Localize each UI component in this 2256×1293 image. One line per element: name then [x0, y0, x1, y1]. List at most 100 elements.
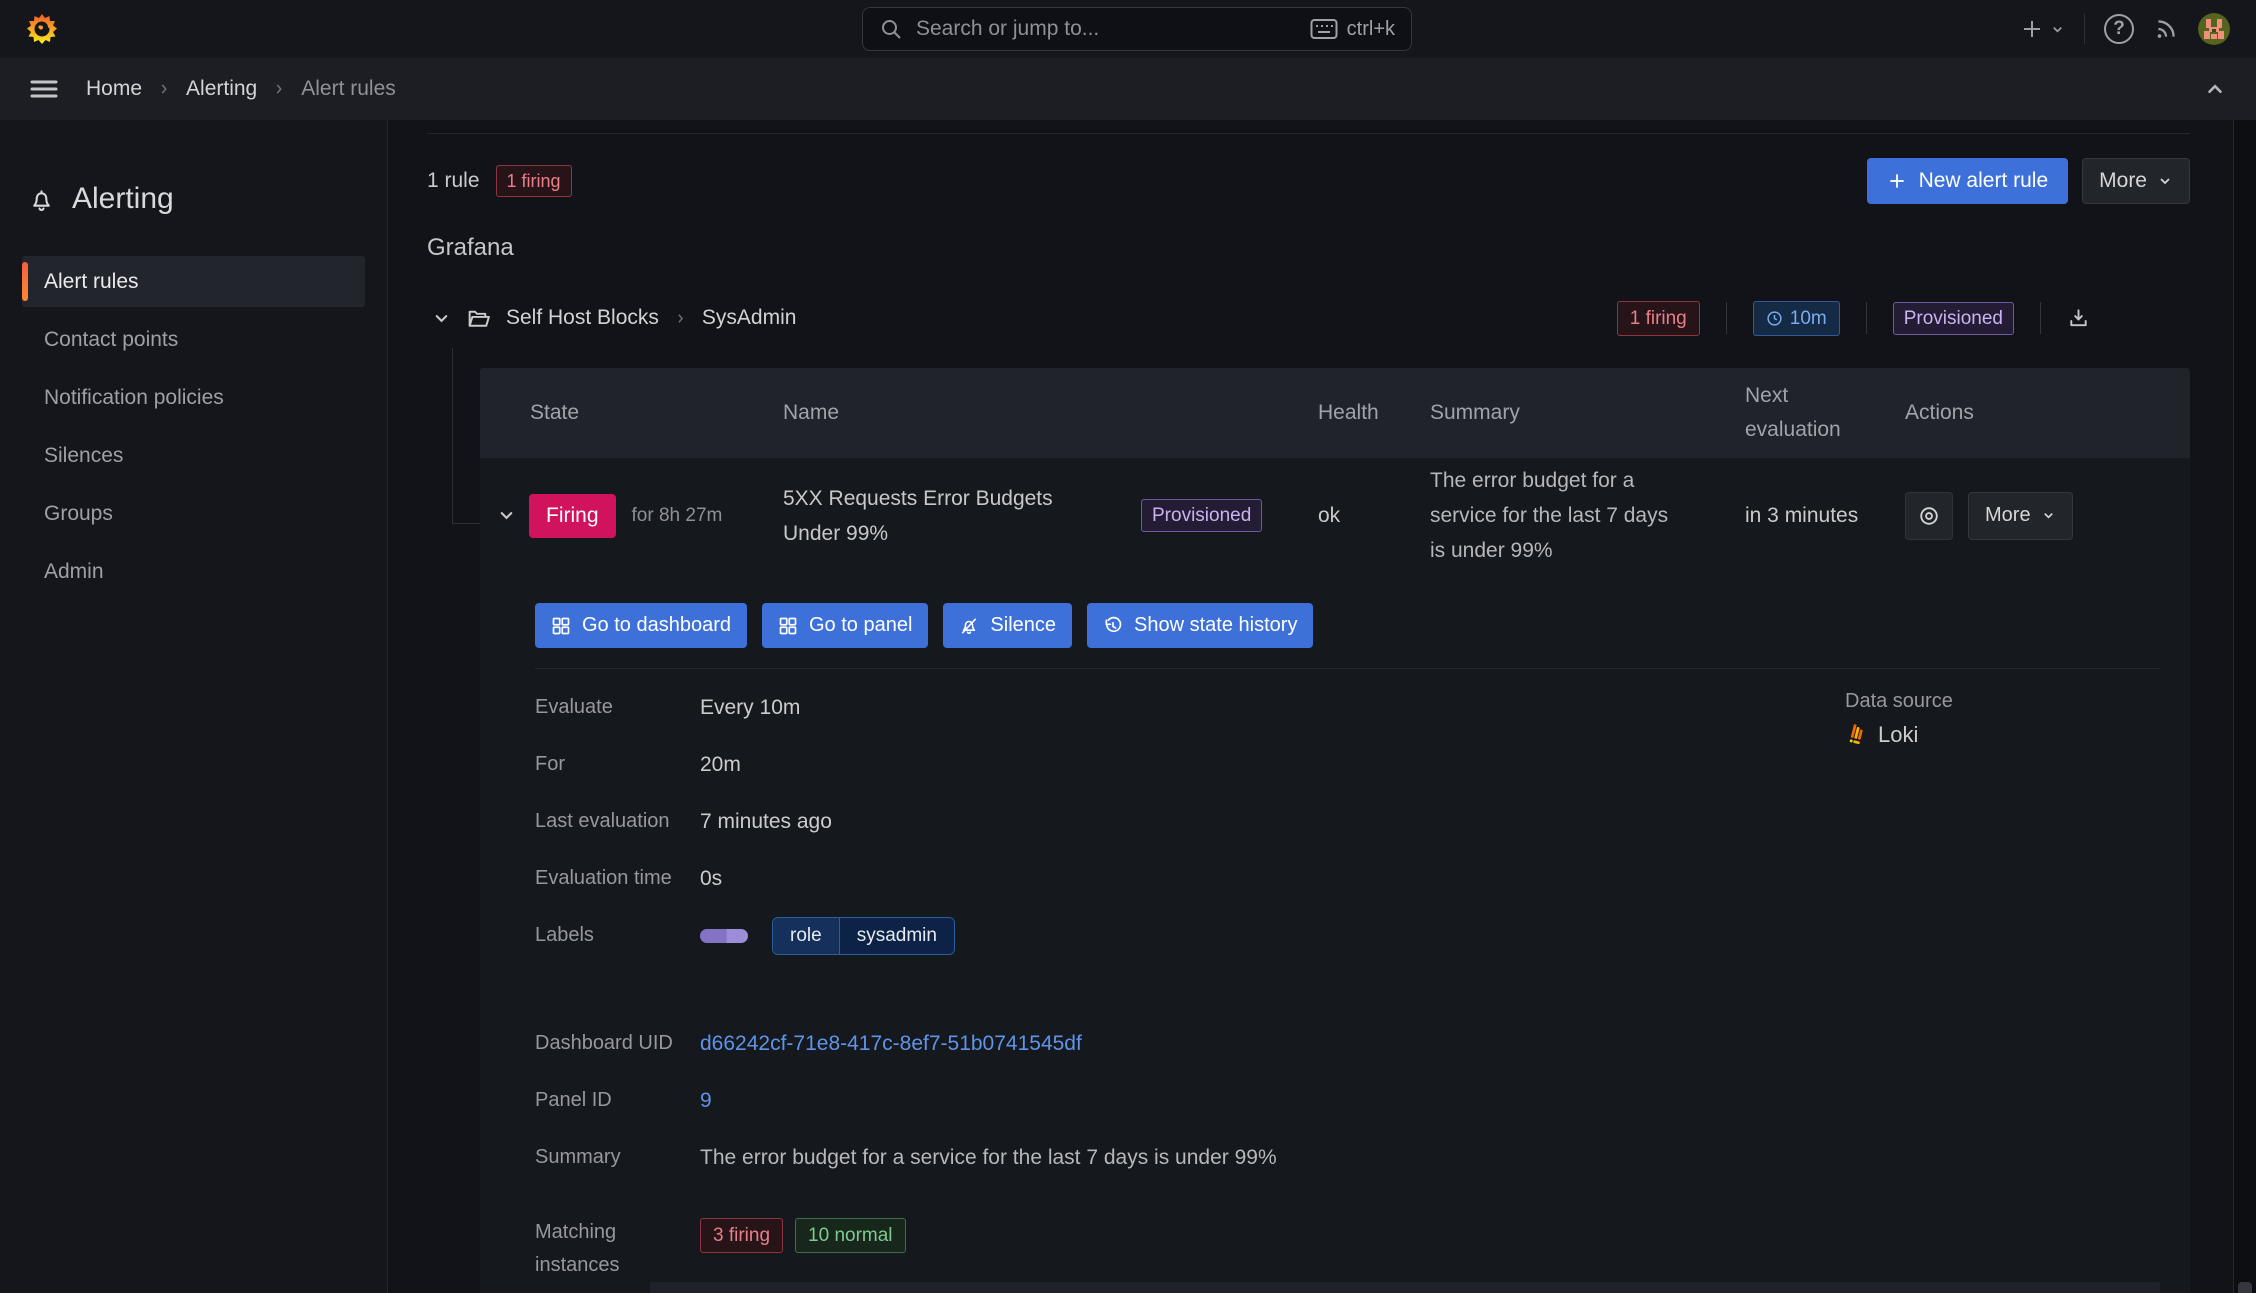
main-content: 1 rule 1 firing New alert rule More Graf… [388, 120, 2256, 1293]
sidebar-title: Alerting [22, 182, 365, 216]
menu-toggle-button[interactable] [30, 77, 58, 101]
topbar-divider [2084, 14, 2085, 44]
detail-label: Panel ID [535, 1089, 612, 1111]
plus-icon [1887, 171, 1907, 191]
folder-open-icon [466, 306, 491, 331]
rule-details: Evaluate Every 10m For 20m Last evaluati… [535, 679, 2160, 1293]
clock-icon [1766, 310, 1783, 327]
label-color-pill [700, 928, 748, 943]
evaluation-time-value: 0s [700, 866, 723, 890]
sidebar-item-label: Notification policies [44, 385, 224, 409]
detail-label: For [535, 753, 565, 775]
rule-more-button[interactable]: More [1968, 491, 2073, 540]
rule-count: 1 rule [427, 169, 480, 192]
matching-instances-row: Matching instances 3 firing 10 normal [535, 1216, 2160, 1282]
collapse-rule-chevron-icon[interactable] [497, 506, 516, 525]
sidebar-item-silences[interactable]: Silences [22, 430, 365, 481]
namespace-title: Grafana [427, 234, 514, 261]
column-header-health: Health [1318, 401, 1379, 424]
detail-label: Labels [535, 924, 594, 946]
label-key-value-badge[interactable]: role sysadmin [772, 916, 955, 955]
silence-button[interactable]: Silence [943, 603, 1073, 648]
column-header-actions: Actions [1905, 401, 1974, 424]
go-to-dashboard-label: Go to dashboard [582, 614, 731, 636]
interval-label: 10m [1789, 307, 1827, 329]
firing-duration: for 8h 27m [631, 504, 723, 526]
data-source-name: Loki [1878, 722, 1919, 747]
column-header-summary: Summary [1430, 401, 1520, 424]
collapse-group-chevron-icon[interactable] [432, 309, 451, 328]
sidebar-item-label: Admin [44, 559, 104, 583]
column-header-next-evaluation: Next evaluation [1745, 384, 1841, 441]
go-to-dashboard-button[interactable]: Go to dashboard [535, 603, 747, 648]
breadcrumb-alerting[interactable]: Alerting [186, 77, 257, 101]
evaluation-group-name[interactable]: SysAdmin [702, 306, 797, 330]
divider [2040, 302, 2041, 334]
instances-table-partial [650, 1282, 2160, 1293]
view-rule-button[interactable] [1905, 491, 1953, 540]
bell-icon [28, 186, 55, 213]
search-shortcut: ctrl+k [1310, 18, 1395, 41]
summary-annotation-value: The error budget for a service for the l… [700, 1145, 1277, 1169]
news-rss-button[interactable] [2153, 16, 2179, 42]
section-divider [427, 133, 2190, 134]
topbar-actions: ? [2020, 13, 2230, 45]
search-input[interactable]: Search or jump to... ctrl+k [862, 7, 1412, 51]
group-provisioned-badge: Provisioned [1892, 301, 2014, 335]
detail-row-evaluation-time: Evaluation time 0s [535, 850, 2160, 907]
detail-label: Last evaluation [535, 810, 670, 832]
user-avatar[interactable] [2198, 13, 2230, 45]
chevron-down-icon [2050, 22, 2065, 37]
sidebar-item-contact-points[interactable]: Contact points [22, 314, 365, 365]
go-to-panel-button[interactable]: Go to panel [762, 603, 929, 648]
detail-row-panel-id: Panel ID 9 [535, 1072, 2160, 1129]
scrollbar[interactable] [2233, 120, 2256, 1293]
sidebar-item-label: Groups [44, 501, 113, 525]
new-alert-rule-button[interactable]: New alert rule [1866, 158, 2069, 204]
more-actions-button[interactable]: More [2082, 158, 2190, 204]
top-bar: Search or jump to... ctrl+k ? [0, 0, 2256, 58]
group-meta: 1 firing 10m Provisioned [1616, 300, 2090, 336]
firing-state-badge[interactable]: Firing [529, 493, 616, 538]
breadcrumb-home[interactable]: Home [86, 77, 142, 101]
silence-label: Silence [990, 614, 1057, 636]
chevron-right-icon [674, 312, 687, 325]
detail-row-dashboard-uid: Dashboard UID d66242cf-71e8-417c-8ef7-51… [535, 1015, 2160, 1072]
divider [1865, 302, 1867, 334]
dashboard-uid-link[interactable]: d66242cf-71e8-417c-8ef7-51b0741545df [700, 1032, 1082, 1056]
panel-id-link[interactable]: 9 [700, 1089, 712, 1113]
sidebar-item-admin[interactable]: Admin [22, 546, 365, 597]
for-value: 20m [700, 752, 741, 776]
export-group-button[interactable] [2067, 307, 2090, 330]
table-header-row: State Name Health Summary Next evaluatio… [480, 368, 2190, 458]
help-button[interactable]: ? [2104, 14, 2134, 44]
rule-expanded-details: Go to dashboard Go to panel Silence Show… [480, 573, 2190, 1293]
sidebar-item-groups[interactable]: Groups [22, 488, 365, 539]
rule-provisioned-badge: Provisioned [1141, 499, 1263, 532]
grafana-app: Search or jump to... ctrl+k ? Home Alert… [0, 0, 2256, 1293]
loki-logo-icon [1845, 723, 1867, 747]
chevron-right-icon [272, 82, 286, 96]
rule-name-link[interactable]: 5XX Requests Error Budgets Under 99% [783, 481, 1113, 551]
alert-rule-row: Firing for 8h 27m 5XX Requests Error Bud… [480, 458, 2190, 573]
go-to-panel-label: Go to panel [809, 614, 913, 636]
show-state-history-button[interactable]: Show state history [1087, 603, 1314, 648]
scrollbar-thumb[interactable] [2238, 1282, 2252, 1293]
data-source-block: Data source Loki [1845, 690, 1953, 748]
sidebar-item-alert-rules[interactable]: Alert rules [22, 256, 365, 307]
evaluate-value: Every 10m [700, 695, 801, 719]
collapse-header-button[interactable] [2204, 78, 2226, 100]
grafana-logo-icon[interactable] [26, 9, 60, 49]
data-source-label: Data source [1845, 690, 1953, 712]
apps-grid-icon [778, 616, 798, 636]
alerting-sidebar: Alerting Alert rules Contact points Noti… [0, 120, 388, 1293]
new-menu-button[interactable] [2020, 17, 2065, 41]
chevron-down-icon [2157, 173, 2173, 189]
folder-name[interactable]: Self Host Blocks [506, 306, 659, 330]
rule-action-buttons: Go to dashboard Go to panel Silence Show… [535, 603, 2160, 648]
sidebar-item-label: Contact points [44, 327, 179, 351]
detail-row-last-evaluation: Last evaluation 7 minutes ago [535, 793, 2160, 850]
column-header-name: Name [783, 401, 840, 424]
sidebar-item-notification-policies[interactable]: Notification policies [22, 372, 365, 423]
detail-label: Evaluation time [535, 867, 672, 889]
